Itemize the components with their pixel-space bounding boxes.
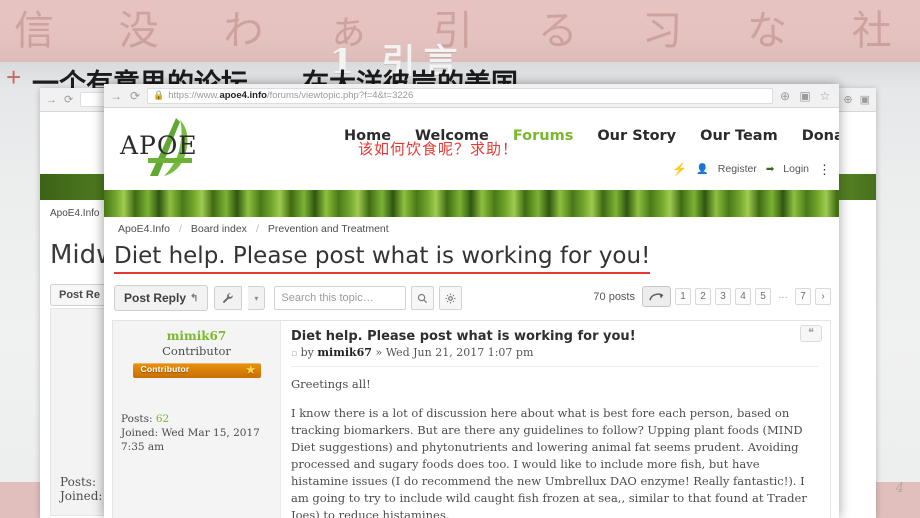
overflow-menu-icon[interactable]: ⋮ — [818, 163, 831, 176]
back-arrow-icon[interactable]: → — [109, 90, 123, 102]
url-text: https://www.apoe4.info/forums/viewtopic.… — [168, 90, 414, 101]
gear-icon — [445, 293, 456, 303]
rank-badge-label: Contributor — [140, 364, 190, 374]
post-author-joined: Joined: Wed Mar 15, 2017 7:35 am — [121, 426, 272, 454]
post-reply-button[interactable]: Post Reply ↰ — [114, 285, 209, 311]
jump-arrow-icon — [649, 293, 664, 301]
page-7[interactable]: 7 — [795, 288, 811, 305]
background-reload-icon[interactable]: ⟳ — [64, 93, 73, 106]
post-count-label: 70 posts — [593, 290, 635, 303]
page-title: Diet help. Please post what is working f… — [114, 243, 651, 274]
reply-arrow-icon: ↰ — [190, 292, 199, 304]
post-author-posts: Posts: 62 — [121, 412, 272, 426]
svg-text:APOE: APOE — [119, 131, 198, 160]
nav-item-forums[interactable]: Forums — [513, 128, 574, 144]
posts-value: 62 — [155, 413, 170, 425]
breadcrumb-separator: / — [255, 223, 259, 235]
topic-search — [274, 286, 463, 310]
post-content-panel: ❝ Diet help. Please post what is working… — [281, 321, 830, 518]
topic-toolbar: Post Reply ↰ ▾ Search this topic… 70 pos… — [104, 282, 839, 314]
background-zoom-icon[interactable]: ⊕ — [843, 93, 852, 106]
background-back-icon[interactable]: → — [46, 94, 57, 106]
powerpoint-slide: 信 没 わ ぁ 引 る 习 な 社 1 引言 + 一个有意思的论坛——在大洋彼岸… — [0, 0, 920, 518]
login-link[interactable]: Login — [783, 163, 809, 175]
post-subject: Diet help. Please post what is working f… — [291, 329, 636, 344]
page-3[interactable]: 3 — [715, 288, 731, 305]
apoe4-logo-svg: APOE — [119, 118, 198, 176]
page-2[interactable]: 2 — [695, 288, 711, 305]
joined-label: Joined: — [121, 427, 159, 439]
page-4[interactable]: 4 — [735, 288, 751, 305]
header-banner-image — [104, 190, 839, 217]
register-link[interactable]: Register — [718, 163, 757, 175]
breadcrumb: ApoE4.Info / Board index / Prevention an… — [104, 217, 839, 241]
post-meta-by: by — [300, 346, 314, 359]
posts-label: Posts: — [121, 413, 153, 425]
search-input[interactable] — [274, 286, 407, 310]
breadcrumb-item-prevention-and-treatment[interactable]: Prevention and Treatment — [268, 223, 389, 235]
reload-icon[interactable]: ⟳ — [128, 90, 142, 102]
quote-button[interactable]: ❝ — [800, 325, 822, 342]
post-paragraph: I know there is a lot of discussion here… — [291, 406, 807, 518]
page-next-button[interactable]: › — [815, 288, 831, 305]
toolbar-actions: ⊕ ▣ ☆ — [778, 90, 834, 102]
page-5[interactable]: 5 — [755, 288, 771, 305]
post-author-rank-badge: Contributor ★ — [132, 362, 261, 378]
post-author-rank: Contributor — [162, 344, 231, 358]
page-ellipsis: … — [778, 290, 788, 301]
register-user-icon: 👤 — [696, 163, 709, 175]
browser-toolbar: → ⟳ 🔒 https://www.apoe4.info/forums/view… — [104, 84, 839, 108]
search-icon — [418, 293, 428, 303]
address-bar[interactable]: 🔒 https://www.apoe4.info/forums/viewtopi… — [147, 87, 773, 104]
background-joined-label: Joined: — [60, 489, 103, 503]
post-body: Greetings all! I know there is a lot of … — [291, 376, 818, 518]
topic-tools-caret[interactable]: ▾ — [248, 286, 266, 310]
post-marker-icon: ▫ — [291, 349, 298, 359]
topic-tools-button[interactable] — [214, 286, 243, 310]
post-author-panel: mimik67 Contributor Contributor ★ Posts:… — [113, 321, 281, 518]
zoom-icon[interactable]: ⊕ — [778, 90, 792, 102]
breadcrumb-item-board-index[interactable]: Board index — [191, 223, 247, 235]
extension-icon[interactable]: ▣ — [798, 90, 812, 102]
post-meta-separator: » — [375, 346, 383, 359]
login-arrow-icon: ➡ — [765, 163, 775, 175]
background-breadcrumb[interactable]: ApoE4.Info — [50, 208, 99, 219]
post-container: mimik67 Contributor Contributor ★ Posts:… — [112, 320, 831, 518]
star-icon: ★ — [244, 362, 257, 377]
apoe4-logo[interactable]: APOE — [114, 114, 224, 182]
topic-title-area: Diet help. Please post what is working f… — [104, 241, 839, 274]
post-paragraph: Greetings all! — [291, 377, 371, 391]
background-extension-icon[interactable]: ▣ — [860, 93, 870, 106]
pagination: 70 posts 1 2 3 4 5 … 7 › — [593, 286, 831, 307]
post-reply-label: Post Reply — [124, 291, 187, 305]
search-button[interactable] — [411, 286, 435, 310]
post-meta-date: Wed Jun 21, 2017 1:07 pm — [385, 346, 534, 359]
wrench-icon — [223, 293, 234, 303]
post-meta: ▫ by mimik67 » Wed Jun 21, 2017 1:07 pm — [291, 346, 818, 359]
post-divider — [291, 366, 818, 367]
red-annotation-note: 该如何饮食呢？求助！ — [358, 140, 519, 158]
search-options-button[interactable] — [439, 286, 463, 310]
slide-page-number: 4 — [895, 481, 904, 496]
breadcrumb-item-apoe4[interactable]: ApoE4.Info — [118, 223, 170, 235]
page-1[interactable]: 1 — [675, 288, 691, 305]
slide-bullet-marker: + — [6, 62, 22, 92]
jump-to-page-button[interactable] — [642, 286, 671, 307]
breadcrumb-separator: / — [178, 223, 182, 235]
lightning-icon[interactable]: ⚡ — [672, 162, 687, 176]
background-post-reply-button[interactable]: Post Re — [50, 284, 109, 306]
post-author-name[interactable]: mimik67 — [121, 329, 272, 343]
lock-icon: 🔒 — [153, 90, 165, 100]
user-bar: ⚡ 👤 Register ➡ Login ⋮ — [672, 162, 831, 176]
nav-item-donate[interactable]: Donate — [802, 128, 839, 144]
post-meta-author[interactable]: mimik67 — [317, 346, 372, 359]
nav-item-our-team[interactable]: Our Team — [700, 128, 778, 144]
bookmark-star-icon[interactable]: ☆ — [818, 90, 832, 102]
nav-item-our-story[interactable]: Our Story — [597, 128, 676, 144]
